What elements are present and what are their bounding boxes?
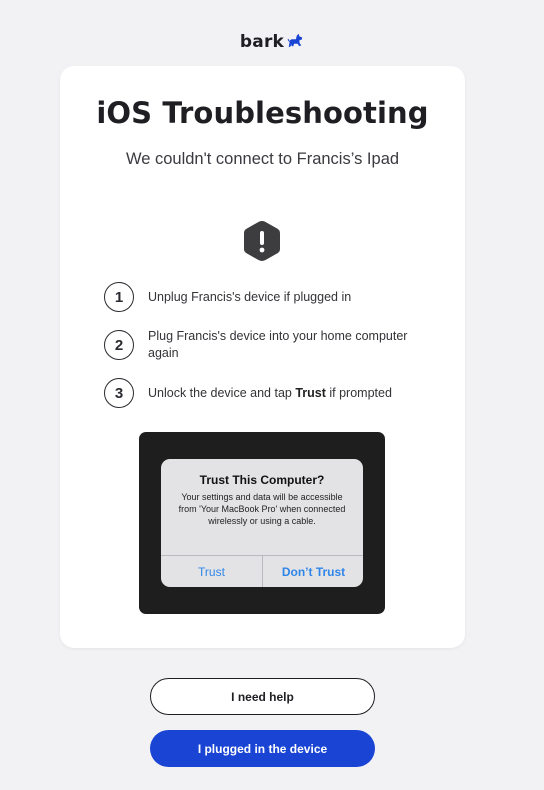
step-text-after: if prompted: [325, 385, 392, 400]
brand-logo: bark: [0, 32, 544, 52]
step-number: 1: [104, 282, 134, 312]
step-text: Unlock the device and tap Trust if promp…: [148, 385, 408, 402]
brand-name: bark: [239, 32, 285, 52]
step-text: Plug Francis's device into your home com…: [148, 329, 408, 360]
step-item: 2 Plug Francis's device into your home c…: [104, 328, 408, 362]
dialog-body: Your settings and data will be accessibl…: [178, 492, 346, 526]
device-screen-illustration: Trust This Computer? Your settings and d…: [139, 432, 385, 614]
step-number: 3: [104, 378, 134, 408]
dialog-title: Trust This Computer?: [199, 473, 325, 487]
trust-dialog: Trust This Computer? Your settings and d…: [161, 459, 363, 587]
dog-logo-icon: [287, 33, 303, 48]
need-help-button[interactable]: I need help: [150, 678, 375, 715]
step-text-before: Unlock the device and tap: [148, 385, 296, 400]
page-title: iOS Troubleshooting: [96, 96, 429, 130]
troubleshooting-card: iOS Troubleshooting We couldn't connect …: [60, 66, 465, 648]
step-item: 3 Unlock the device and tap Trust if pro…: [104, 378, 408, 408]
step-text-bold: Trust: [295, 385, 326, 400]
dialog-trust-button: Trust: [198, 564, 225, 579]
page-subtitle: We couldn't connect to Francis’s Ipad: [125, 150, 400, 168]
exclamation-hexagon-icon: [244, 221, 280, 261]
dialog-dont-trust-button: Don’t Trust: [281, 564, 346, 579]
step-text: Unplug Francis's device if plugged in: [148, 289, 352, 304]
plugged-in-button[interactable]: I plugged in the device: [150, 730, 375, 767]
step-item: 1 Unplug Francis's device if plugged in: [104, 282, 408, 312]
step-number: 2: [104, 330, 134, 360]
